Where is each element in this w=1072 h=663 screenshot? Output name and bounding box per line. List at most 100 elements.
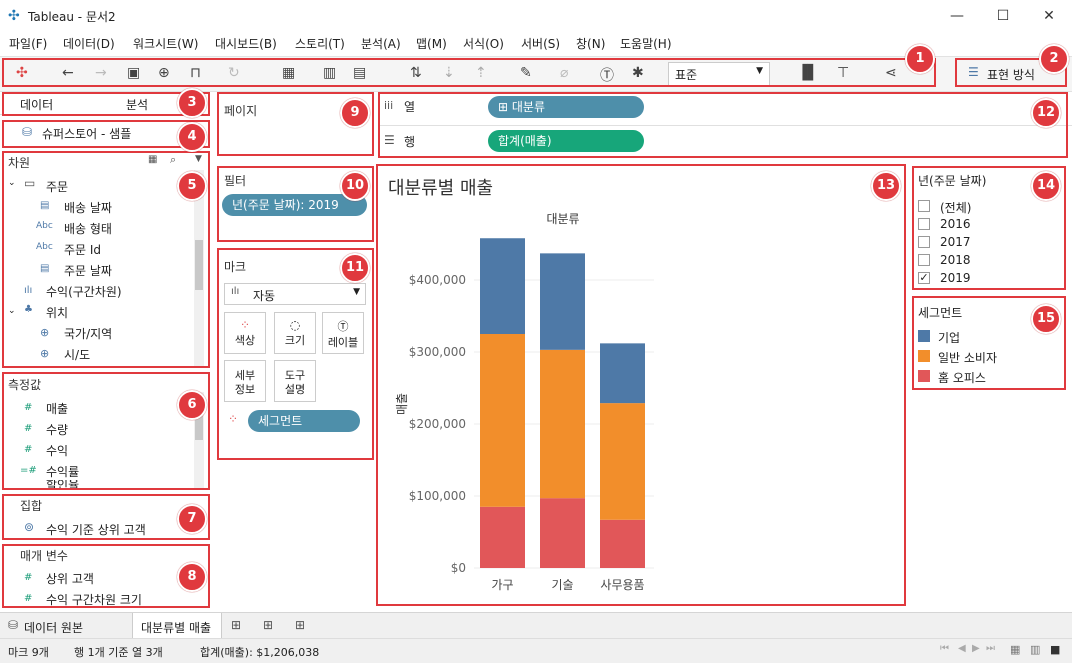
columns-pill-category[interactable]: ⊞ 대분류 [488,96,644,118]
tab-datasource[interactable]: 데이터 원본 [24,619,83,636]
measure-item-quantity[interactable]: 수량 [46,421,68,438]
bar-segment[interactable] [540,253,585,350]
bar-segment[interactable] [480,238,525,334]
group-icon[interactable]: ⌀ [560,65,568,81]
marks-size-button[interactable]: ◌ 크기 [274,312,316,354]
fit-select[interactable]: 표준 ▼ [668,62,770,86]
presentation-icon[interactable]: ⊤ [837,65,849,81]
measure-item-profit[interactable]: 수익 [46,442,68,459]
pin-icon[interactable]: ✱ [632,65,644,81]
new-worksheet-icon[interactable]: ⊞ [231,618,241,632]
dim-item-profit-bin[interactable]: 수익(구간차원) [46,283,122,300]
menu-format[interactable]: 서식(O) [463,35,504,52]
maximize-button[interactable]: ☐ [980,0,1026,32]
legend-item-consumer[interactable]: 일반 소비자 [918,348,1058,366]
param-item-profit-bin-size[interactable]: 수익 구간차원 크기 [46,591,142,608]
legend-item-home-office[interactable]: 홈 오피스 [918,368,1058,386]
dim-item-order-date[interactable]: 주문 날짜 [64,262,112,279]
marks-color-pill-segment[interactable]: 세그먼트 [248,410,360,432]
search-icon[interactable]: ⌕ [170,153,176,167]
bar-segment[interactable] [600,403,645,520]
redo-icon[interactable]: → [95,65,107,81]
checkbox[interactable] [918,200,930,212]
checkmark-icon[interactable]: ✓ [918,272,930,284]
checkbox[interactable] [918,218,930,230]
save-icon[interactable]: ▣ [127,65,140,81]
new-story-icon[interactable]: ⊞ [295,618,305,632]
sheet-sorter-icon[interactable]: ▦ [1010,643,1020,656]
dim-item-ship-mode[interactable]: 배송 형태 [64,220,112,237]
new-datasource-icon[interactable]: ⊕ [158,65,170,81]
close-button[interactable]: ✕ [1026,0,1072,32]
dim-item-country[interactable]: 국가/지역 [64,325,112,342]
share-icon[interactable]: ⋖ [885,65,897,81]
bar-segment[interactable] [540,349,585,499]
menu-dashboard[interactable]: 대시보드(B) [215,35,277,52]
pause-updates-icon[interactable]: ⊓ [190,65,201,81]
bar-segment[interactable] [480,334,525,507]
marks-label-button[interactable]: Ⓣ 레이블 [322,312,364,354]
year-option-all[interactable]: (전체) [918,198,1058,216]
year-option-2017[interactable]: 2017 [918,234,1058,252]
rows-pill-sum-sales[interactable]: 합계(매출) [488,130,644,152]
menu-file[interactable]: 파일(F) [9,35,47,52]
set-item-top-customers[interactable]: 수익 기준 상위 고객 [46,521,146,538]
menu-analysis[interactable]: 분석(A) [361,35,401,52]
measure-item-sales[interactable]: 매출 [46,400,68,417]
clear-sheet-icon[interactable]: ▤ [353,65,366,81]
year-option-2018[interactable]: 2018 [918,252,1058,270]
dim-item-order-id[interactable]: 주문 Id [64,241,101,258]
year-option-2019[interactable]: ✓ 2019 [918,270,1058,288]
card-toggle-icon[interactable]: ▐▌ [797,65,819,81]
year-option-2016[interactable]: 2016 [918,216,1058,234]
bar-segment[interactable] [540,498,585,568]
nav-first-icon[interactable]: ⏮ [940,643,949,654]
collapse-chevron-icon[interactable]: ⌄ [8,178,16,188]
menu-window[interactable]: 창(N) [576,35,605,52]
dim-item-ship-date[interactable]: 배송 날짜 [64,199,112,216]
highlight-icon[interactable]: ✎ [520,65,532,81]
bar-segment[interactable] [600,519,645,568]
view-options-icon[interactable]: ▦ [148,154,157,165]
measure-item-profit-ratio[interactable]: 수익률 [46,463,79,480]
dim-item-order[interactable]: 주문 [46,178,68,195]
chevron-down-icon[interactable]: ▼ [195,154,202,164]
dim-item-location[interactable]: 위치 [46,304,68,321]
tableau-start-icon[interactable]: ✣ [16,65,28,81]
measure-item-discount[interactable]: 할인율 [46,480,79,488]
nav-last-icon[interactable]: ⏭ [986,643,995,654]
refresh-icon[interactable]: ↻ [228,65,240,81]
datasource-name[interactable]: 슈퍼스토어 - 샘플 [42,125,131,142]
marks-detail-button[interactable]: 세부 정보 [224,360,266,402]
swap-icon[interactable]: ⇅ [410,65,422,81]
checkbox[interactable] [918,254,930,266]
marks-color-button[interactable]: ⁘ 색상 [224,312,266,354]
sort-desc-icon[interactable]: ⇡ [475,65,487,81]
nav-prev-icon[interactable]: ◀ [958,643,966,654]
collapse-chevron-icon[interactable]: ⌄ [8,306,16,316]
tabs-view-icon[interactable]: ■ [1050,643,1060,656]
undo-icon[interactable]: ← [62,65,74,81]
minimize-button[interactable]: — [934,0,980,32]
bar-segment[interactable] [600,343,645,404]
tab-sheet-active[interactable]: 대분류별 매출 [132,613,222,639]
new-worksheet-icon[interactable]: ▦ [282,65,295,81]
menu-worksheet[interactable]: 워크시트(W) [133,35,198,52]
tab-analysis[interactable]: 분석 [126,96,148,113]
checkbox[interactable] [918,236,930,248]
mark-type-select[interactable]: ılı 자동 ▼ [224,283,366,305]
menu-help[interactable]: 도움말(H) [620,35,672,52]
menu-server[interactable]: 서버(S) [521,35,560,52]
menu-data[interactable]: 데이터(D) [63,35,115,52]
sort-asc-icon[interactable]: ⇣ [443,65,455,81]
bar-segment[interactable] [480,506,525,568]
nav-next-icon[interactable]: ▶ [972,643,980,654]
menu-map[interactable]: 맵(M) [416,35,447,52]
show-labels-icon[interactable]: Ⓣ [600,65,614,85]
dim-item-state[interactable]: 시/도 [64,346,90,363]
marks-tooltip-button[interactable]: 도구 설명 [274,360,316,402]
filmstrip-icon[interactable]: ▥ [1030,643,1040,656]
duplicate-sheet-icon[interactable]: ▥ [323,65,336,81]
tab-data[interactable]: 데이터 [20,96,53,113]
param-item-top-customers[interactable]: 상위 고객 [46,570,94,587]
